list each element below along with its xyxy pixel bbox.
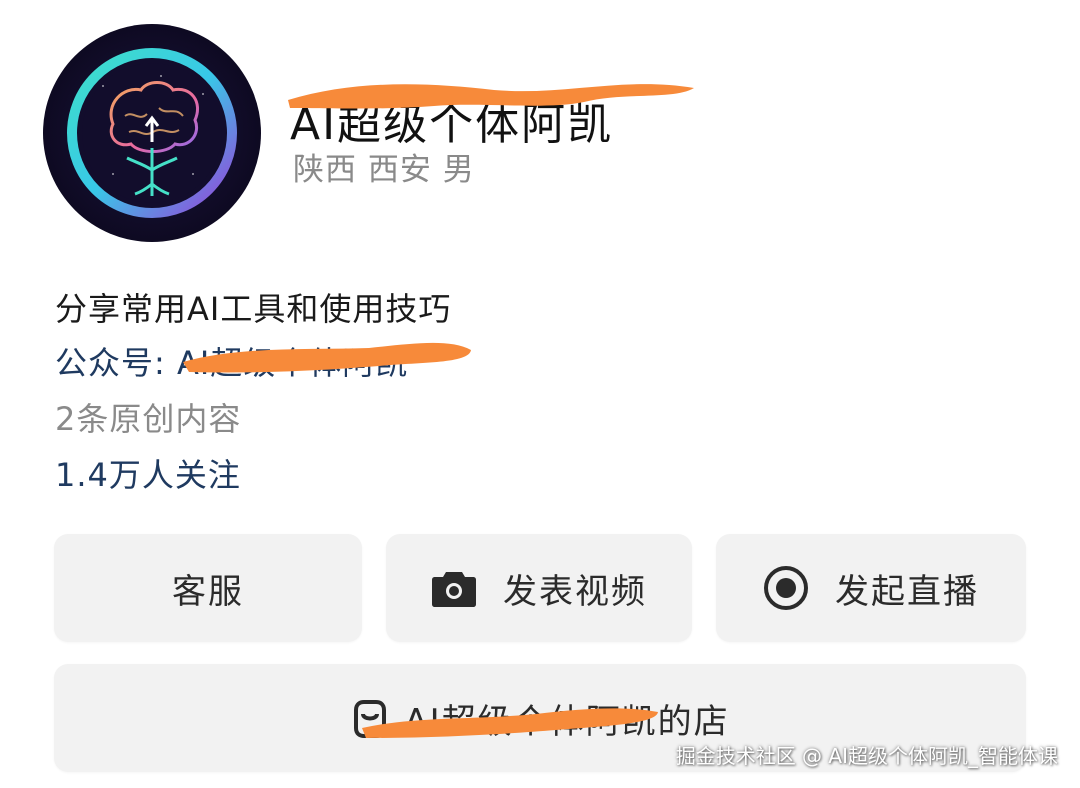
record-icon — [763, 565, 809, 611]
brain-tree-logo — [67, 48, 237, 218]
shop-icon — [350, 698, 390, 738]
avatar[interactable] — [43, 24, 261, 242]
watermark: 掘金技术社区 @ AI超级个体阿凯_智能体课 — [675, 744, 1058, 768]
original-content-count[interactable]: 2条原创内容 — [55, 394, 241, 440]
shop-label: AI超级个体阿凯的店 — [404, 701, 730, 742]
post-video-button[interactable]: 发表视频 — [386, 534, 692, 642]
profile-location: 陕西 西安 男 — [293, 152, 475, 188]
customer-service-button[interactable]: 客服 — [54, 534, 362, 642]
official-account-text: 公众号: AI超级个体阿凯 — [55, 344, 409, 382]
post-video-label: 发表视频 — [503, 571, 647, 612]
profile-bio: 分享常用AI工具和使用技巧 — [55, 290, 452, 328]
start-live-button[interactable]: 发起直播 — [716, 534, 1026, 642]
profile-name: AI超级个体阿凯 — [290, 99, 614, 150]
official-account-link[interactable]: 公众号: AI超级个体阿凯 — [55, 338, 475, 382]
followers-count[interactable]: 1.4万人关注 — [55, 450, 241, 496]
start-live-label: 发起直播 — [835, 571, 979, 612]
camera-icon — [431, 568, 477, 608]
customer-service-label: 客服 — [172, 571, 244, 612]
profile-name-container: AI超级个体阿凯 — [288, 72, 710, 150]
